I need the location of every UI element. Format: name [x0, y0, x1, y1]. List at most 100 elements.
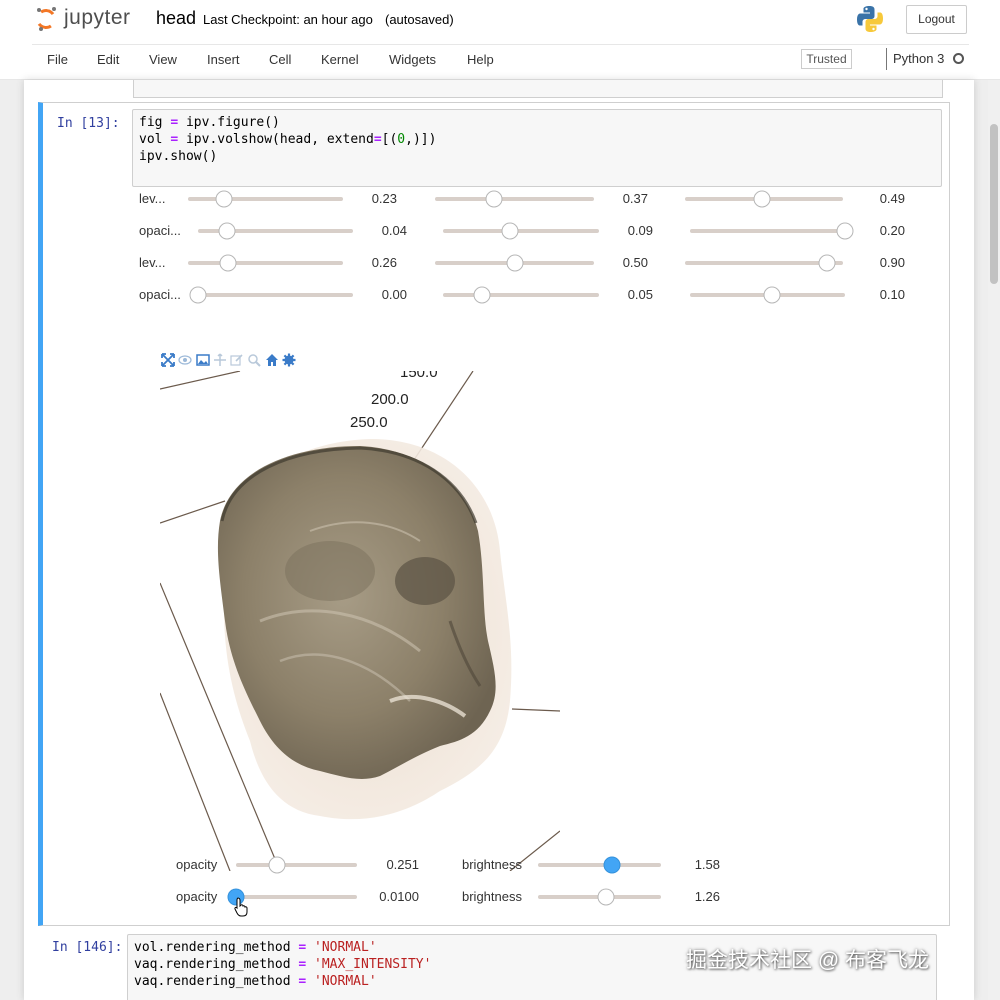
gear-icon[interactable] — [282, 353, 296, 367]
menu-help[interactable]: Help — [467, 52, 494, 67]
menu-kernel[interactable]: Kernel — [321, 52, 359, 67]
kernel-idle-icon — [953, 53, 964, 64]
menu-insert[interactable]: Insert — [207, 52, 240, 67]
brightness-slider-handle[interactable] — [603, 856, 621, 874]
axis-tick-label: 250.0 — [350, 414, 388, 431]
checkpoint-status: Last Checkpoint: an hour ago — [203, 12, 373, 27]
slider-handle[interactable] — [485, 190, 503, 208]
slider-track[interactable] — [690, 229, 845, 233]
brightness-label: brightness — [462, 857, 522, 872]
autosave-status: (autosaved) — [385, 12, 454, 27]
code-line-1: fig = ipv.figure() — [139, 115, 280, 130]
slider-handle[interactable] — [218, 222, 236, 240]
jupyter-logo[interactable]: jupyter — [34, 6, 146, 32]
scrollbar[interactable] — [988, 80, 1000, 1000]
code-editor[interactable]: fig = ipv.figure() vol = ipv.volshow(hea… — [132, 109, 942, 187]
opacity-value: 0.251 — [386, 857, 419, 872]
bbox-edge — [160, 371, 241, 390]
slider-track[interactable] — [435, 197, 594, 201]
widget-row-label: opaci... — [139, 223, 181, 238]
python-logo-icon — [857, 6, 883, 32]
volume-render-viewer[interactable]: 150.0 200.0 250.0 — [160, 371, 560, 871]
code-cell-selected[interactable]: In [13]: fig = ipv.figure() vol = ipv.vo… — [38, 102, 950, 926]
widget-row-label: lev... — [139, 255, 166, 270]
slider-value: 0.50 — [622, 255, 648, 270]
slider-track[interactable] — [188, 197, 343, 201]
menu-edit[interactable]: Edit — [97, 52, 119, 67]
bbox-edge — [160, 692, 231, 871]
brightness-label: brightness — [462, 889, 522, 904]
slider-handle[interactable] — [501, 222, 519, 240]
edit-icon[interactable] — [230, 353, 244, 367]
kernel-name[interactable]: Python 3 — [893, 51, 944, 66]
slider-handle[interactable] — [763, 286, 781, 304]
slider-value: 0.00 — [381, 287, 407, 302]
widget-row-label: lev... — [139, 191, 166, 206]
menu-widgets[interactable]: Widgets — [389, 52, 436, 67]
code-line-3: ipv.show() — [139, 149, 218, 164]
slider-track[interactable] — [443, 293, 599, 297]
jupyter-logo-dot — [52, 7, 56, 11]
menu-file[interactable]: File — [47, 52, 68, 67]
slider-handle[interactable] — [836, 222, 854, 240]
jupyter-logo-text: jupyter — [64, 6, 131, 29]
slider-value: 0.49 — [879, 191, 905, 206]
menu-cell[interactable]: Cell — [269, 52, 291, 67]
bbox-edge — [160, 500, 226, 524]
code-line-1: vol.rendering_method = 'NORMAL' — [134, 940, 377, 955]
slider-value: 0.90 — [879, 255, 905, 270]
slider-handle[interactable] — [506, 254, 523, 272]
kernel-separator — [886, 48, 887, 70]
widget-row-label: opaci... — [139, 287, 181, 302]
slider-handle[interactable] — [189, 286, 207, 304]
slider-value: 0.04 — [381, 223, 407, 238]
code-line-2: vaq.rendering_method = 'MAX_INTENSITY' — [134, 957, 432, 972]
cell-prompt: In [13]: — [57, 116, 120, 131]
cell-prompt: In [146]: — [52, 940, 123, 955]
home-icon[interactable] — [265, 353, 279, 367]
axis-tick-label: 200.0 — [371, 391, 409, 408]
opacity-slider-track[interactable] — [236, 895, 357, 899]
brightness-slider-track[interactable] — [538, 863, 661, 867]
arrows-icon[interactable] — [213, 353, 227, 367]
notebook-container: In [13]: fig = ipv.figure() vol = ipv.vo… — [24, 80, 974, 1000]
opacity-slider-handle[interactable] — [268, 856, 286, 874]
slider-value: 0.09 — [627, 223, 653, 238]
slider-value: 0.05 — [627, 287, 653, 302]
eye-icon[interactable] — [178, 353, 192, 367]
slider-handle[interactable] — [818, 254, 836, 272]
trusted-indicator[interactable]: Trusted — [801, 49, 852, 69]
slider-track[interactable] — [443, 229, 599, 233]
brightness-slider-handle[interactable] — [597, 888, 615, 906]
slider-value: 0.10 — [879, 287, 905, 302]
watermark-text: 掘金技术社区 @ 布客飞龙 — [686, 949, 929, 972]
brightness-value: 1.58 — [694, 857, 720, 872]
slider-track[interactable] — [188, 261, 343, 265]
opacity-value: 0.0100 — [379, 889, 419, 904]
axis-tick-label: 150.0 — [400, 371, 438, 381]
menu-view[interactable]: View — [149, 52, 177, 67]
slider-track[interactable] — [198, 293, 353, 297]
slider-value: 0.20 — [879, 223, 905, 238]
image-icon[interactable] — [196, 353, 210, 367]
jupyter-logo-dot — [39, 27, 43, 31]
zoom-icon[interactable] — [247, 353, 261, 367]
fullscreen-icon[interactable] — [161, 353, 175, 367]
slider-handle[interactable] — [473, 286, 491, 304]
slider-handle[interactable] — [753, 190, 771, 208]
opacity-slider-track[interactable] — [236, 863, 357, 867]
slider-handle[interactable] — [219, 254, 237, 272]
logout-button[interactable]: Logout — [906, 5, 967, 34]
opacity-label: opacity — [176, 857, 218, 872]
slider-value: 0.23 — [371, 191, 397, 206]
hand-cursor-icon — [234, 897, 248, 917]
previous-cell-input[interactable] — [133, 80, 943, 98]
notebook-name[interactable]: head — [156, 8, 196, 29]
slider-value: 0.26 — [371, 255, 397, 270]
code-line-3: vaq.rendering_method = 'NORMAL' — [134, 974, 377, 989]
brightness-value: 1.26 — [694, 889, 720, 904]
scrollbar-thumb[interactable] — [990, 124, 998, 284]
slider-value: 0.37 — [622, 191, 648, 206]
volume-render-canvas: 150.0 200.0 250.0 — [160, 371, 560, 871]
slider-handle[interactable] — [215, 190, 233, 208]
